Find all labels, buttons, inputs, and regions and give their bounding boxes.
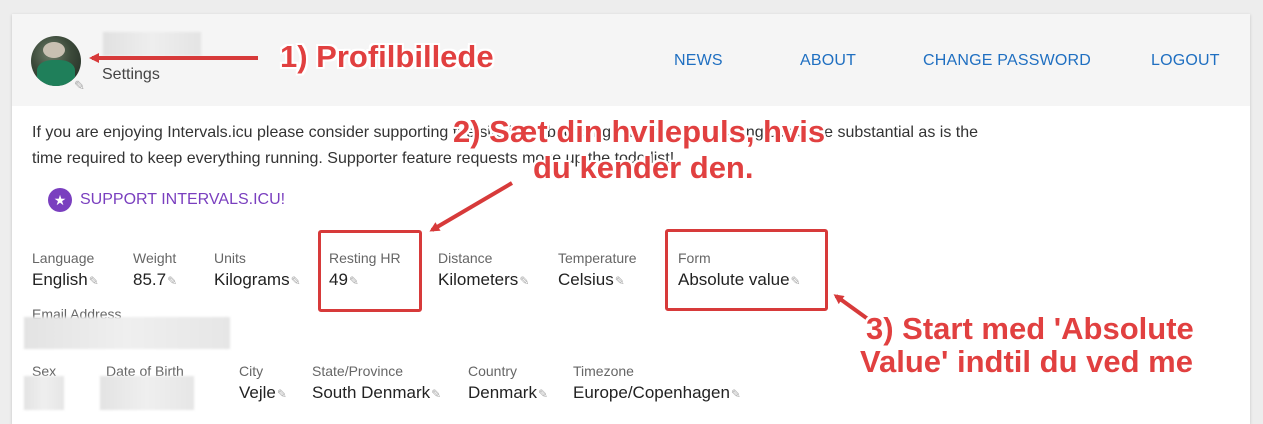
field-label: Language (32, 250, 95, 266)
field-value: Kilograms (214, 270, 290, 289)
field-value: Vejle (239, 383, 276, 402)
field-form[interactable]: Form Absolute value✎ (678, 250, 801, 290)
field-temperature[interactable]: Temperature Celsius✎ (558, 250, 637, 290)
nav-news[interactable]: NEWS (674, 52, 723, 70)
field-value: English (32, 270, 88, 289)
field-label: Resting HR (329, 250, 401, 266)
user-name-redacted (103, 32, 201, 56)
pencil-icon[interactable]: ✎ (731, 387, 741, 401)
field-weight[interactable]: Weight 85.7✎ (133, 250, 177, 290)
field-label: Country (468, 363, 518, 379)
star-icon: ★ (48, 188, 72, 212)
nav-about[interactable]: ABOUT (800, 52, 856, 70)
intro-line-1: If you are enjoying Intervals.icu please… (32, 124, 978, 141)
field-label: City (239, 363, 264, 379)
field-resting-hr[interactable]: Resting HR 49✎ (329, 250, 401, 290)
settings-label: Settings (102, 66, 160, 83)
field-timezone[interactable]: Timezone Europe/Copenhagen✎ (573, 363, 741, 403)
nav-logout[interactable]: LOGOUT (1151, 52, 1220, 70)
field-value: Absolute value (678, 270, 790, 289)
header-bar: ✎ Settings NEWS ABOUT CHANGE PASSWORD LO… (12, 14, 1250, 106)
pencil-icon[interactable]: ✎ (349, 274, 359, 288)
field-label: Temperature (558, 250, 637, 266)
settings-card: ✎ Settings NEWS ABOUT CHANGE PASSWORD LO… (12, 14, 1250, 424)
pencil-icon[interactable]: ✎ (519, 274, 529, 288)
intro-line-2: time required to keep everything running… (32, 150, 675, 167)
pencil-icon[interactable]: ✎ (277, 387, 287, 401)
field-value: Europe/Copenhagen (573, 383, 730, 402)
pencil-icon[interactable]: ✎ (291, 274, 301, 288)
field-label: Units (214, 250, 246, 266)
pencil-icon[interactable]: ✎ (538, 387, 548, 401)
field-value: South Denmark (312, 383, 431, 402)
support-button-label: SUPPORT INTERVALS.ICU! (80, 191, 286, 208)
pencil-icon[interactable]: ✎ (74, 78, 85, 94)
sex-value-redacted (24, 376, 64, 410)
field-label: State/Province (312, 363, 404, 379)
pencil-icon[interactable]: ✎ (615, 274, 625, 288)
field-distance[interactable]: Distance Kilometers✎ (438, 250, 529, 290)
support-button[interactable]: ★ SUPPORT INTERVALS.ICU! (48, 188, 285, 212)
pencil-icon[interactable]: ✎ (431, 387, 441, 401)
field-value: 49 (329, 270, 348, 289)
field-language[interactable]: Language English✎ (32, 250, 99, 290)
field-label: Distance (438, 250, 493, 266)
field-value: Celsius (558, 270, 614, 289)
field-country[interactable]: Country Denmark✎ (468, 363, 548, 403)
field-label: Form (678, 250, 711, 266)
avatar-face (43, 42, 65, 58)
field-state-province[interactable]: State/Province South Denmark✎ (312, 363, 441, 403)
email-value-redacted (24, 317, 230, 349)
field-label: Weight (133, 250, 177, 266)
dob-value-redacted (100, 376, 194, 410)
field-value: Denmark (468, 383, 537, 402)
pencil-icon[interactable]: ✎ (89, 274, 99, 288)
field-label: Timezone (573, 363, 634, 379)
intro-text: If you are enjoying Intervals.icu please… (32, 120, 1232, 172)
field-value: 85.7 (133, 270, 167, 289)
field-value: Kilometers (438, 270, 519, 289)
pencil-icon[interactable]: ✎ (791, 274, 801, 288)
avatar-body (37, 60, 75, 86)
pencil-icon[interactable]: ✎ (167, 274, 177, 288)
field-city[interactable]: City Vejle✎ (239, 363, 287, 403)
field-units[interactable]: Units Kilograms✎ (214, 250, 301, 290)
nav-change-password[interactable]: CHANGE PASSWORD (923, 52, 1091, 70)
